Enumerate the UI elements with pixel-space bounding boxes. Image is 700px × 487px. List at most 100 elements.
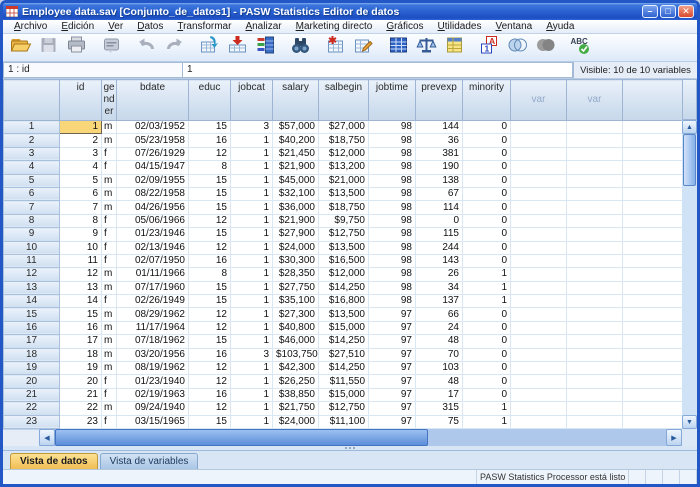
cell[interactable]: 17 (60, 335, 102, 348)
cell[interactable]: $11,100 (319, 415, 369, 428)
horizontal-scroll-thumb[interactable] (55, 429, 428, 446)
cell[interactable]: 97 (369, 388, 416, 401)
cell[interactable]: 98 (369, 254, 416, 267)
cell[interactable]: 98 (369, 147, 416, 160)
cell[interactable] (567, 121, 623, 134)
cell[interactable]: $24,000 (273, 415, 319, 428)
open-data-button[interactable] (6, 35, 34, 61)
cell[interactable] (567, 375, 623, 388)
cell[interactable]: $36,000 (273, 201, 319, 214)
cell[interactable] (567, 402, 623, 415)
cell[interactable]: 1 (231, 254, 273, 267)
cell[interactable]: 67 (416, 187, 463, 200)
cell[interactable] (567, 214, 623, 227)
cell[interactable]: 04/26/1956 (117, 201, 189, 214)
cell[interactable]: 15 (189, 295, 231, 308)
cell[interactable]: f (102, 214, 117, 227)
cell[interactable]: 03/15/1965 (117, 415, 189, 428)
cell[interactable]: 97 (369, 348, 416, 361)
cell[interactable]: 190 (416, 161, 463, 174)
cell[interactable]: 3 (231, 121, 273, 134)
cell[interactable]: $21,900 (273, 214, 319, 227)
show-all-variables-button[interactable] (531, 35, 559, 61)
cell[interactable]: m (102, 134, 117, 147)
cell[interactable]: $40,800 (273, 321, 319, 334)
cell[interactable]: 1 (231, 402, 273, 415)
menu-analizar[interactable]: Analizar (238, 21, 288, 32)
cell[interactable] (511, 388, 567, 401)
cell-editor[interactable]: 1 (183, 62, 573, 78)
col-header-bdate[interactable]: bdate (117, 80, 189, 121)
cell[interactable]: 19 (60, 362, 102, 375)
cell[interactable]: $42,300 (273, 362, 319, 375)
cell[interactable]: m (102, 174, 117, 187)
horizontal-scroll-track[interactable] (428, 429, 666, 446)
cell[interactable]: $21,000 (319, 174, 369, 187)
cell[interactable]: 0 (463, 187, 511, 200)
menu-ayuda[interactable]: Ayuda (539, 21, 581, 32)
cell[interactable]: $14,250 (319, 362, 369, 375)
cell[interactable]: 98 (369, 281, 416, 294)
cell[interactable]: 12 (189, 362, 231, 375)
cell[interactable]: $9,750 (319, 214, 369, 227)
cell[interactable]: 1 (231, 308, 273, 321)
cell[interactable] (567, 388, 623, 401)
cell[interactable]: 15 (189, 174, 231, 187)
cell[interactable] (511, 147, 567, 160)
cell[interactable]: 3 (60, 147, 102, 160)
cell[interactable] (567, 268, 623, 281)
menu-transformar[interactable]: Transformar (170, 21, 238, 32)
cell[interactable]: m (102, 308, 117, 321)
cell[interactable] (567, 348, 623, 361)
cell[interactable]: $21,450 (273, 147, 319, 160)
row-header-6[interactable]: 6 (4, 187, 60, 200)
row-header-17[interactable]: 17 (4, 335, 60, 348)
cell[interactable] (567, 201, 623, 214)
cell[interactable]: m (102, 321, 117, 334)
menu-ventana[interactable]: Ventana (488, 21, 539, 32)
cell[interactable]: 21 (60, 388, 102, 401)
cell[interactable] (511, 121, 567, 134)
cell[interactable]: 12 (189, 321, 231, 334)
cell[interactable]: 08/19/1962 (117, 362, 189, 375)
cell[interactable]: 1 (463, 281, 511, 294)
cell[interactable]: $12,750 (319, 402, 369, 415)
cell[interactable]: 4 (60, 161, 102, 174)
cell[interactable]: 15 (189, 201, 231, 214)
cell[interactable]: $15,000 (319, 388, 369, 401)
cell[interactable]: $103,750 (273, 348, 319, 361)
cell[interactable] (511, 228, 567, 241)
cell[interactable]: 0 (463, 228, 511, 241)
cell[interactable]: 8 (189, 161, 231, 174)
col-header-prevexp[interactable]: prevexp (416, 80, 463, 121)
cell[interactable]: 48 (416, 375, 463, 388)
row-header-20[interactable]: 20 (4, 375, 60, 388)
cell[interactable]: 16 (189, 134, 231, 147)
cell[interactable]: 3 (231, 348, 273, 361)
cell[interactable]: m (102, 348, 117, 361)
cell[interactable]: 02/03/1952 (117, 121, 189, 134)
cell[interactable]: 0 (463, 321, 511, 334)
cell[interactable]: 16 (60, 321, 102, 334)
weight-cases-button[interactable] (412, 35, 440, 61)
find-button[interactable] (286, 35, 314, 61)
cell[interactable]: $26,250 (273, 375, 319, 388)
cell[interactable]: m (102, 402, 117, 415)
col-header-salbegin[interactable]: salbegin (319, 80, 369, 121)
cell[interactable]: m (102, 268, 117, 281)
row-header-22[interactable]: 22 (4, 402, 60, 415)
cell[interactable]: 16 (189, 348, 231, 361)
horizontal-scrollbar[interactable]: ◀ ▶ (39, 429, 682, 446)
col-header-salary[interactable]: salary (273, 80, 319, 121)
cell[interactable]: 05/06/1966 (117, 214, 189, 227)
cell[interactable]: 0 (463, 174, 511, 187)
cell[interactable]: f (102, 295, 117, 308)
cell[interactable]: 1 (463, 295, 511, 308)
cell[interactable]: 103 (416, 362, 463, 375)
cell[interactable] (567, 228, 623, 241)
cell[interactable]: m (102, 281, 117, 294)
cell[interactable] (567, 254, 623, 267)
cell[interactable] (567, 321, 623, 334)
cell[interactable]: 1 (231, 147, 273, 160)
col-header-educ[interactable]: educ (189, 80, 231, 121)
